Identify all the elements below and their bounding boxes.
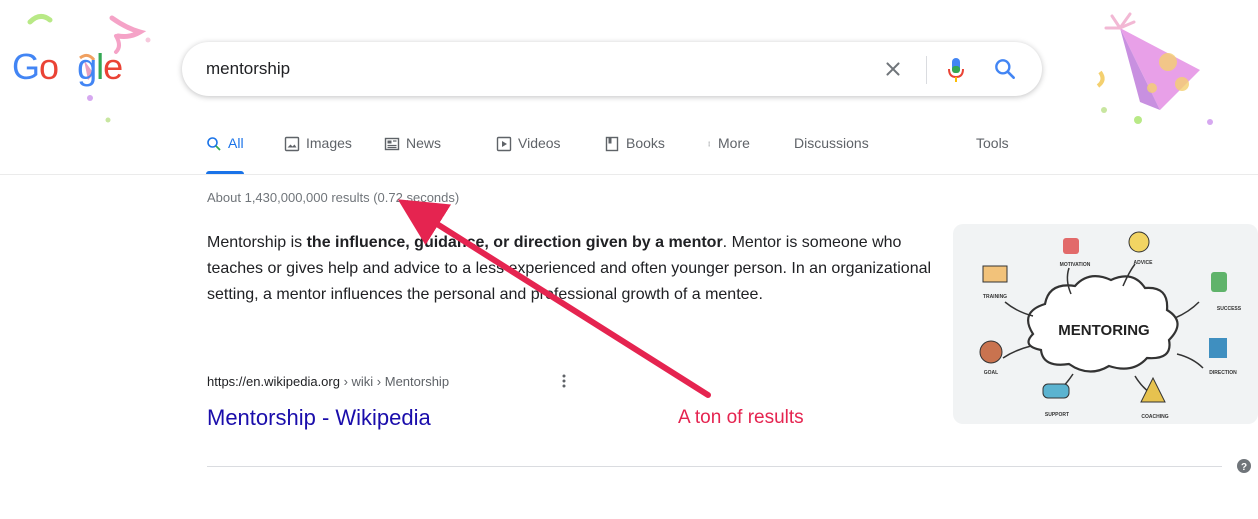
book-icon: [605, 136, 619, 152]
citation-url: https://en.wikipedia.org: [207, 374, 340, 389]
search-divider: [926, 56, 927, 84]
diagram-label-motivation: MOTIVATION: [1060, 262, 1091, 268]
tab-books[interactable]: Books: [604, 128, 665, 174]
results-divider: [207, 466, 1222, 467]
search-icon[interactable]: [992, 56, 1018, 82]
diagram-center-label: MENTORING: [1058, 322, 1149, 339]
snippet-text-start: Mentorship is: [207, 234, 307, 251]
tab-all[interactable]: All: [206, 128, 244, 174]
diagram-label-support: SUPPORT: [1045, 412, 1069, 418]
google-doodle-logo[interactable]: Google: [0, 0, 170, 140]
clear-icon[interactable]: [882, 58, 904, 80]
tools-button[interactable]: Tools: [976, 135, 1009, 151]
tab-label: Discussions: [794, 135, 869, 151]
tab-news[interactable]: News: [384, 128, 441, 174]
search-icon: [207, 137, 221, 151]
tab-label: Images: [306, 135, 352, 151]
tabs-divider: [0, 174, 1258, 175]
result-title-link[interactable]: Mentorship - Wikipedia: [207, 405, 431, 431]
annotation-label: A ton of results: [678, 407, 804, 428]
tab-label: All: [228, 135, 244, 151]
logo-wordmark: Google: [12, 46, 123, 87]
news-icon: [384, 137, 400, 151]
tab-videos[interactable]: Videos: [496, 128, 561, 174]
help-icon[interactable]: ?: [1236, 458, 1252, 474]
mentoring-illustration: MENTORING MOTIVATION ADVICE TRAINING SUC…: [979, 231, 1242, 420]
diagram-label-coaching: COACHING: [1141, 414, 1168, 420]
tab-discussions[interactable]: Discussions: [794, 128, 869, 174]
featured-snippet: Mentorship is the influence, guidance, o…: [207, 230, 947, 308]
result-stats: About 1,430,000,000 results (0.72 second…: [207, 190, 460, 205]
snippet-highlight: the influence, guidance, or direction gi…: [306, 234, 723, 251]
diagram-label-direction: DIRECTION: [1209, 370, 1237, 376]
search-box[interactable]: [182, 42, 1042, 96]
diagram-label-goal: GOAL: [984, 370, 998, 376]
tab-images[interactable]: Images: [284, 128, 352, 174]
more-options-icon[interactable]: [557, 372, 571, 390]
microphone-icon[interactable]: [946, 56, 966, 84]
search-input[interactable]: [206, 42, 846, 96]
diagram-label-success: SUCCESS: [1217, 306, 1242, 312]
mentoring-image[interactable]: MENTORING MOTIVATION ADVICE TRAINING SUC…: [953, 224, 1258, 424]
svg-text:?: ?: [1241, 462, 1247, 473]
citation-path: › wiki › Mentorship: [339, 374, 450, 389]
tab-label: More: [718, 135, 750, 151]
tab-label: Videos: [518, 135, 561, 151]
more-vert-icon: [708, 141, 710, 147]
result-citation: https://en.wikipedia.org › wiki › Mentor…: [207, 374, 449, 389]
tab-label: Books: [626, 135, 665, 151]
diagram-label-training: TRAINING: [983, 294, 1007, 300]
video-icon: [496, 136, 512, 152]
tab-more[interactable]: More: [708, 128, 750, 174]
image-icon: [284, 136, 300, 152]
tab-label: News: [406, 135, 442, 151]
party-hat-decoration: [1096, 12, 1213, 125]
diagram-label-advice: ADVICE: [1134, 260, 1154, 266]
